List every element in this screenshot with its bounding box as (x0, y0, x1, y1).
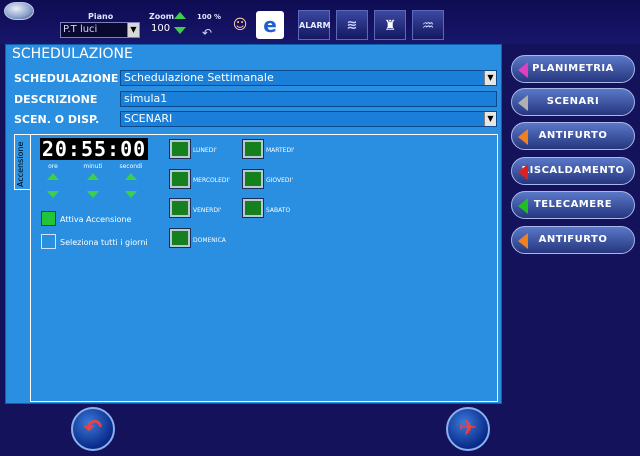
arrow-up-icon (47, 173, 59, 180)
piano-label: Piano (88, 12, 114, 21)
arrow-down-icon (87, 191, 99, 198)
tab-accensione-label: Accensione (16, 141, 25, 187)
arrow-up-icon (125, 173, 137, 180)
arrow-left-icon (518, 95, 528, 111)
water-tap-icon[interactable]: ♒ (412, 10, 444, 40)
piano-select[interactable]: P.T luci ▼ (60, 22, 140, 38)
minutes-down-button[interactable] (86, 189, 100, 201)
chevron-down-icon[interactable]: ▼ (127, 23, 139, 37)
day-label-friday: VENERDI' (193, 207, 222, 214)
arrow-left-icon (518, 129, 528, 145)
activate-checkbox[interactable] (41, 211, 56, 226)
tab-panel-accensione: 20:55:00 ore minuti secondi Attiva Accen… (30, 134, 498, 402)
description-input[interactable]: simula1 (120, 91, 497, 107)
day-label-tuesday: MARTEDI' (266, 147, 295, 154)
arrow-up-icon (87, 173, 99, 180)
scene-or-device-value: SCENARI (124, 112, 173, 125)
schedule-panel: SCHEDULAZIONE SCHEDULAZIONE Schedulazion… (5, 44, 502, 404)
extinguisher-icon[interactable]: ♜ (374, 10, 406, 40)
nav-planimetria-label: PLANIMETRIA (532, 63, 614, 74)
arrow-left-icon (518, 164, 528, 180)
day-checkbox-wednesday[interactable] (169, 169, 191, 189)
day-label-monday: LUNEDI' (193, 147, 217, 154)
select-all-days-checkbox[interactable] (41, 234, 56, 249)
zoom-label: Zoom (149, 12, 175, 21)
arrow-down-icon (47, 191, 59, 198)
day-checkbox-thursday[interactable] (242, 169, 264, 189)
day-checkbox-saturday[interactable] (242, 198, 264, 218)
page-title: SCHEDULAZIONE (12, 46, 133, 62)
nav-planimetria-button[interactable]: PLANIMETRIA (511, 55, 635, 83)
seconds-up-button[interactable] (124, 171, 138, 183)
back-icon[interactable]: ↶ (71, 407, 115, 451)
hours-label: ore (48, 163, 58, 170)
seconds-label: secondi (119, 163, 143, 170)
zoom-down-icon[interactable] (174, 27, 186, 34)
day-label-thursday: GIOVEDI' (266, 177, 293, 184)
schedule-type-value: Schedulazione Settimanale (124, 71, 274, 84)
zoom-percent-label: 100 % (197, 13, 222, 21)
minutes-label: minuti (83, 163, 103, 170)
seconds-down-button[interactable] (124, 189, 138, 201)
scene-or-device-label: SCEN. O DISP. (14, 113, 100, 126)
nav-scenari-label: SCENARI (546, 96, 600, 107)
hours-up-button[interactable] (46, 171, 60, 183)
day-checkbox-sunday[interactable] (169, 228, 191, 248)
description-value: simula1 (124, 92, 168, 105)
description-label: DESCRIZIONE (14, 93, 98, 106)
nav-antifurto-2-button[interactable]: ANTIFURTO (511, 226, 635, 254)
nav-antifurto-button[interactable]: ANTIFURTO (511, 122, 635, 150)
top-toolbar: Piano P.T luci ▼ Zoom 100 100 % ↶ ☺ e AL… (0, 0, 640, 44)
arrow-left-icon (518, 62, 528, 78)
nav-telecamere-button[interactable]: TELECAMERE (511, 191, 635, 219)
undo-icon[interactable]: ↶ (196, 22, 218, 44)
person-icon[interactable]: ☺ (229, 14, 251, 36)
day-checkbox-monday[interactable] (169, 139, 191, 159)
day-checkbox-tuesday[interactable] (242, 139, 264, 159)
day-label-saturday: SABATO (266, 207, 291, 214)
arrow-left-icon (518, 198, 528, 214)
activate-label: Attiva Accensione (60, 215, 132, 224)
time-display: 20:55:00 (40, 137, 148, 161)
nav-antifurto-label: ANTIFURTO (538, 130, 608, 141)
alarm-label: ALARM (299, 21, 331, 30)
day-label-sunday: DOMENICA (193, 237, 226, 244)
piano-select-value: P.T luci (63, 24, 98, 35)
schedule-type-label: SCHEDULAZIONE (14, 72, 119, 85)
arrow-down-icon (125, 191, 137, 198)
exit-run-icon[interactable]: ✈ (446, 407, 490, 451)
tab-accensione[interactable]: Accensione (14, 134, 31, 190)
zoom-up-icon[interactable] (174, 12, 186, 19)
nav-riscaldamento-label: RISCALDAMENTO (521, 165, 625, 176)
zoom-value: 100 (151, 23, 171, 34)
heating-icon[interactable]: ≋ (336, 10, 368, 40)
chevron-down-icon[interactable]: ▼ (484, 112, 496, 126)
day-checkbox-friday[interactable] (169, 198, 191, 218)
ie-browser-icon[interactable]: e (256, 11, 284, 39)
logo-icon[interactable] (4, 2, 34, 20)
arrow-left-icon (518, 233, 528, 249)
nav-scenari-button[interactable]: SCENARI (511, 88, 635, 116)
alarm-icon[interactable]: ALARM (298, 10, 331, 40)
chevron-down-icon[interactable]: ▼ (484, 71, 496, 85)
day-label-wednesday: MERCOLEDI' (193, 177, 230, 184)
minutes-up-button[interactable] (86, 171, 100, 183)
scene-or-device-select[interactable]: SCENARI ▼ (120, 111, 497, 127)
nav-riscaldamento-button[interactable]: RISCALDAMENTO (511, 157, 635, 185)
schedule-type-select[interactable]: Schedulazione Settimanale ▼ (120, 70, 497, 86)
hours-down-button[interactable] (46, 189, 60, 201)
nav-telecamere-label: TELECAMERE (533, 199, 613, 210)
nav-antifurto-2-label: ANTIFURTO (538, 234, 608, 245)
select-all-days-label: Seleziona tutti i giorni (60, 238, 148, 247)
